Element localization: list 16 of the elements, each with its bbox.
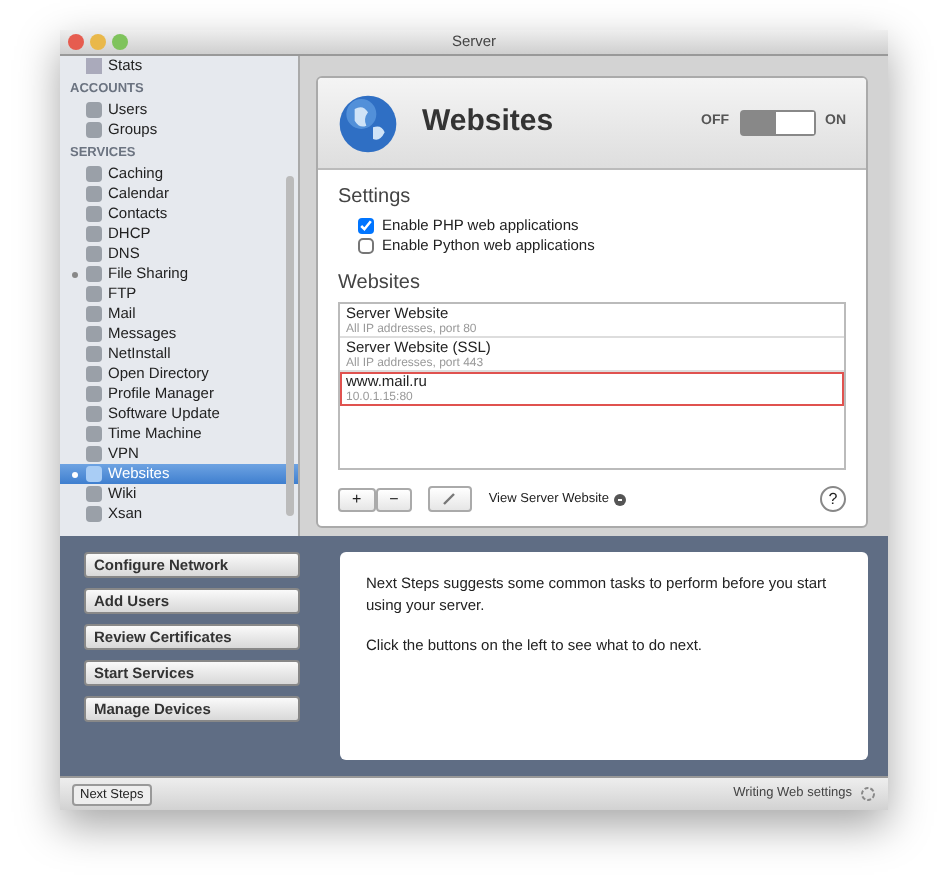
section-heading: Websites [338, 270, 422, 298]
help-button[interactable]: ? [820, 486, 846, 512]
service-toggle[interactable] [739, 110, 815, 136]
service-title: Websites [422, 102, 556, 143]
pencil-icon [442, 490, 459, 507]
checkbox[interactable] [358, 238, 374, 254]
globe-icon [338, 93, 398, 153]
section-heading: Settings [338, 184, 413, 212]
checkbox[interactable] [358, 218, 374, 234]
add-button[interactable]: + [338, 487, 376, 511]
remove-button[interactable]: − [375, 487, 413, 511]
edit-button[interactable] [428, 486, 473, 512]
spinner-icon [860, 786, 876, 802]
service-icon [86, 58, 102, 74]
close-button[interactable] [68, 34, 84, 50]
scrollbar[interactable] [286, 176, 294, 516]
